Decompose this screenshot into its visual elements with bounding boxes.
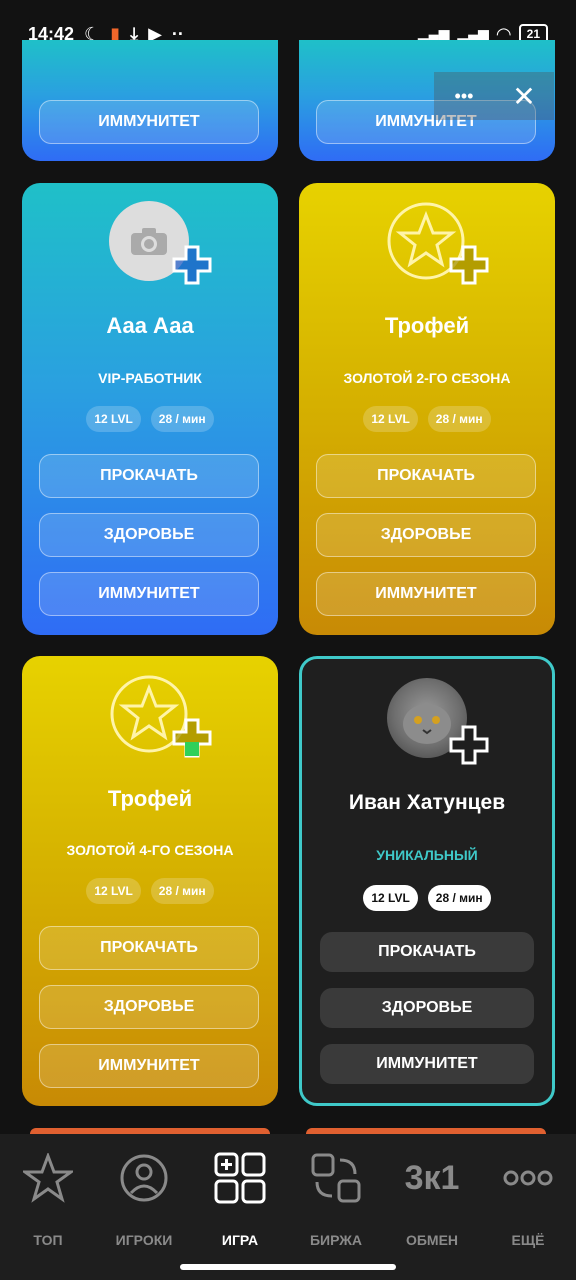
add-plus-icon[interactable] bbox=[447, 723, 491, 767]
level-badge: 12 LVL bbox=[363, 406, 418, 432]
tab-label: ОБМЕН bbox=[405, 1232, 459, 1248]
camera-icon bbox=[131, 228, 167, 255]
stats-row: 12 LVL 28 / мин bbox=[302, 885, 552, 911]
card-name: Трофей bbox=[384, 313, 470, 338]
tab-label: ЕЩЁ bbox=[511, 1232, 545, 1248]
add-plus-icon[interactable] bbox=[170, 716, 214, 760]
tab-label: БИРЖА bbox=[309, 1232, 363, 1248]
add-plus-icon[interactable] bbox=[447, 243, 491, 287]
star-icon bbox=[23, 1153, 73, 1203]
upgrade-button[interactable]: ПРОКАЧАТЬ bbox=[320, 932, 534, 972]
immunity-button[interactable]: ИММУНИТЕТ bbox=[39, 100, 259, 144]
upgrade-button[interactable]: ПРОКАЧАТЬ bbox=[39, 454, 259, 498]
health-button[interactable]: ЗДОРОВЬЕ bbox=[39, 513, 259, 557]
tab-label: ТОП bbox=[33, 1232, 63, 1248]
rate-badge: 28 / мин bbox=[427, 885, 491, 911]
bottom-tab-bar: ТОП ИГРОКИ ИГРА БИРЖА 3к1 ОБМЕН ЕЩЁ bbox=[0, 1134, 576, 1280]
three-to-one-icon: 3к1 bbox=[404, 1158, 460, 1197]
close-button[interactable]: ✕ bbox=[494, 72, 554, 120]
card-trophy-season-2[interactable]: Трофей ЗОЛОТОЙ 2-ГО СЕЗОНА 12 LVL 28 / м… bbox=[299, 183, 555, 635]
card-role: ЗОЛОТОЙ 4-ГО СЕЗОНА bbox=[66, 842, 234, 858]
level-badge: 12 LVL bbox=[86, 878, 141, 904]
tab-more[interactable]: ЕЩЁ bbox=[480, 1148, 576, 1268]
tab-players[interactable]: ИГРОКИ bbox=[96, 1148, 192, 1268]
card-name: Ааа Ааа bbox=[106, 313, 194, 338]
immunity-button[interactable]: ИММУНИТЕТ bbox=[316, 572, 536, 616]
stats-row: 12 LVL 28 / мин bbox=[22, 878, 278, 904]
card-name: Иван Хатунцев bbox=[348, 791, 506, 814]
card-unique-player[interactable]: Иван Хатунцев УНИКАЛЬНЫЙ 12 LVL 28 / мин… bbox=[299, 656, 555, 1106]
rate-badge: 28 / мин bbox=[427, 406, 491, 432]
user-circle-icon bbox=[120, 1154, 168, 1202]
more-button[interactable]: ••• bbox=[434, 72, 494, 120]
more-dots-icon bbox=[503, 1170, 553, 1186]
tab-trade[interactable]: 3к1 ОБМЕН bbox=[384, 1148, 480, 1268]
immunity-button[interactable]: ИММУНИТЕТ bbox=[320, 1044, 534, 1084]
upgrade-button[interactable]: ПРОКАЧАТЬ bbox=[39, 926, 259, 970]
card-role: УНИКАЛЬНЫЙ bbox=[376, 847, 478, 863]
level-badge: 12 LVL bbox=[363, 885, 418, 911]
tab-label: ИГРОКИ bbox=[115, 1232, 173, 1248]
more-icon: ••• bbox=[454, 85, 474, 106]
rate-badge: 28 / мин bbox=[150, 406, 214, 432]
health-button[interactable]: ЗДОРОВЬЕ bbox=[320, 988, 534, 1028]
health-button[interactable]: ЗДОРОВЬЕ bbox=[316, 513, 536, 557]
close-icon: ✕ bbox=[512, 80, 536, 112]
tab-label: ИГРА bbox=[221, 1232, 259, 1248]
card-worker[interactable]: Ааа Ааа VIP-РАБОТНИК 12 LVL 28 / мин ПРО… bbox=[22, 183, 278, 635]
health-button[interactable]: ЗДОРОВЬЕ bbox=[39, 985, 259, 1029]
exchange-icon bbox=[311, 1153, 361, 1203]
card-trophy-season-4[interactable]: Трофей ЗОЛОТОЙ 4-ГО СЕЗОНА 12 LVL 28 / м… bbox=[22, 656, 278, 1106]
card-name: Трофей bbox=[107, 786, 193, 811]
card-top-left: ИММУНИТЕТ bbox=[22, 40, 278, 161]
level-badge: 12 LVL bbox=[86, 406, 141, 432]
grid-plus-icon bbox=[214, 1152, 266, 1204]
tab-top[interactable]: ТОП bbox=[0, 1148, 96, 1268]
tab-game[interactable]: ИГРА bbox=[192, 1148, 288, 1268]
immunity-button[interactable]: ИММУНИТЕТ bbox=[39, 1044, 259, 1088]
overlay-controls: ••• ✕ bbox=[434, 72, 554, 120]
add-plus-icon[interactable] bbox=[170, 243, 214, 287]
rate-badge: 28 / мин bbox=[150, 878, 214, 904]
home-indicator[interactable] bbox=[180, 1264, 396, 1270]
card-role: VIP-РАБОТНИК bbox=[98, 370, 202, 386]
stats-row: 12 LVL 28 / мин bbox=[22, 406, 278, 432]
stats-row: 12 LVL 28 / мин bbox=[299, 406, 555, 432]
tab-exchange[interactable]: БИРЖА bbox=[288, 1148, 384, 1268]
upgrade-button[interactable]: ПРОКАЧАТЬ bbox=[316, 454, 536, 498]
immunity-button[interactable]: ИММУНИТЕТ bbox=[39, 572, 259, 616]
card-role: ЗОЛОТОЙ 2-ГО СЕЗОНА bbox=[343, 370, 511, 386]
